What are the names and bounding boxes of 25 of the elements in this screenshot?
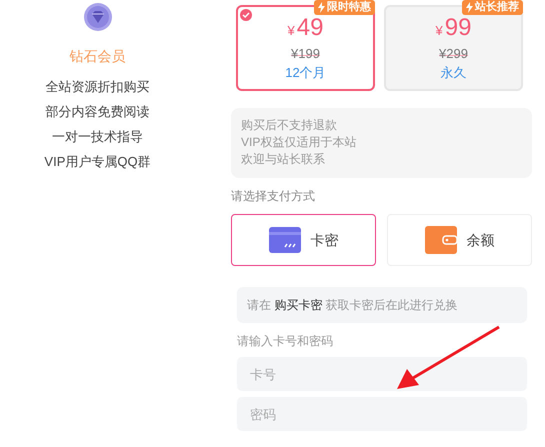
buy-card-link[interactable]: 购买卡密 [274, 296, 322, 314]
plan-duration: 永久 [440, 64, 466, 82]
check-icon [240, 9, 252, 21]
redeem-hint: 请在 购买卡密 获取卡密后在此进行兑换 [237, 287, 527, 323]
lightning-icon [318, 2, 325, 13]
plan-price: ¥49 [288, 15, 324, 43]
payment-option[interactable]: 卡密 [231, 214, 376, 266]
plan-badge: 限时特惠 [314, 0, 375, 15]
lightning-icon [466, 2, 473, 13]
card-icon [268, 227, 300, 253]
input-field[interactable]: 密码 [237, 397, 527, 431]
payment-label: 请选择支付方式 [231, 188, 316, 204]
payment-option[interactable]: 余额 [387, 214, 532, 266]
membership-title: 钻石会员 [70, 47, 126, 66]
benefit-text: VIP用户专属QQ群 [44, 153, 151, 171]
input-field[interactable]: 卡号 [237, 357, 527, 391]
benefit-text: 全站资源折扣购买 [46, 78, 150, 96]
benefit-text: 部分内容免费阅读 [46, 103, 150, 121]
benefit-text: 一对一技术指导 [52, 128, 143, 146]
plan-badge: 站长推荐 [462, 0, 523, 15]
plan-price: ¥99 [436, 15, 472, 43]
notice-box: 购买后不支持退款 VIP权益仅适用于本站 欢迎与站长联系 [231, 108, 532, 178]
input-label: 请输入卡号和密码 [237, 333, 334, 349]
wallet-icon [424, 226, 456, 254]
plan-duration: 12个月 [285, 64, 326, 82]
